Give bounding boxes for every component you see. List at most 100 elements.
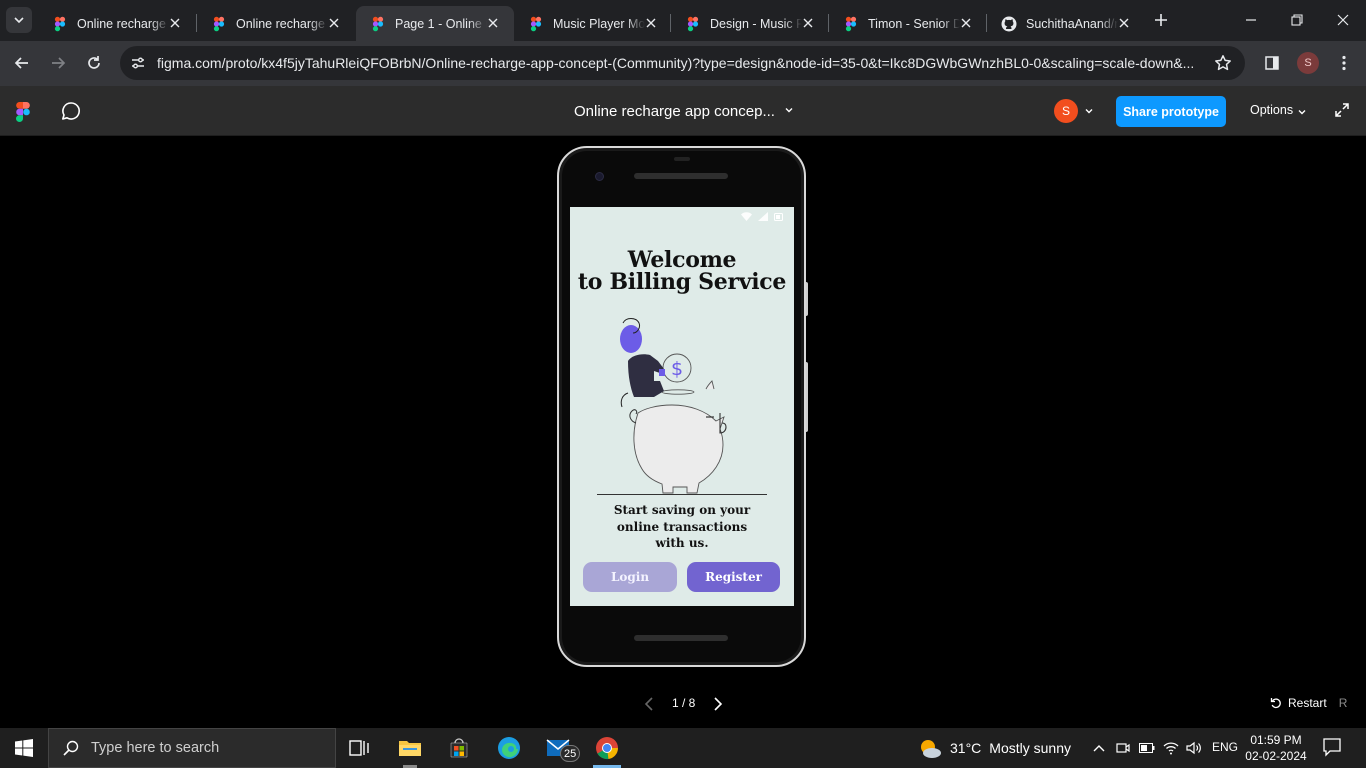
reload-icon — [88, 56, 100, 69]
wifi-icon[interactable] — [1160, 728, 1182, 768]
browser-toolbar: figma.com/proto/kx4f5jyTahuRleiQFOBrbN/O… — [0, 41, 1366, 86]
minimize-button[interactable] — [1228, 0, 1274, 40]
chevron-down-icon[interactable] — [784, 105, 794, 115]
phone-camera — [595, 172, 604, 181]
phone-bottom-speaker — [634, 635, 728, 641]
tagline: Start saving on your online transactions… — [570, 502, 794, 552]
close-window-button[interactable] — [1320, 0, 1366, 40]
browser-tab-active[interactable]: Page 1 - Online recharge — [356, 6, 514, 41]
ground-line — [597, 494, 767, 495]
notification-icon[interactable] — [1322, 737, 1342, 757]
chrome-button[interactable] — [583, 728, 631, 768]
bookmark-star-icon[interactable] — [1213, 53, 1233, 73]
tab-title: Music Player Mockup — [553, 16, 645, 31]
taskbar-search[interactable]: Type here to search — [48, 728, 336, 768]
store-icon — [450, 738, 468, 758]
register-button[interactable]: Register — [687, 562, 780, 592]
page-navigator: 1 / 8 — [640, 695, 730, 713]
battery-icon — [774, 212, 783, 221]
close-icon[interactable] — [166, 14, 184, 32]
side-panel-icon[interactable] — [1261, 52, 1283, 74]
browser-tab[interactable]: Design - Music Player — [671, 6, 829, 41]
github-icon — [1001, 16, 1017, 31]
task-view-button[interactable] — [336, 728, 384, 768]
welcome-line-1: Welcome — [627, 247, 737, 273]
microsoft-store-button[interactable] — [435, 728, 483, 768]
search-icon — [63, 740, 79, 756]
site-info-icon[interactable] — [128, 53, 148, 73]
chevron-right-icon[interactable] — [711, 696, 725, 712]
tab-search-button[interactable] — [6, 7, 32, 33]
browser-tab[interactable]: Online recharge app concept — [38, 6, 196, 41]
options-menu[interactable]: Options — [1250, 103, 1293, 117]
profile-avatar[interactable]: S — [1297, 52, 1319, 74]
figma-icon — [530, 16, 542, 31]
chrome-icon — [596, 737, 618, 760]
chevron-up-icon — [1093, 745, 1105, 752]
chevron-down-icon[interactable] — [1297, 107, 1307, 117]
browser-tab[interactable]: Timon - Senior Designer — [829, 6, 987, 41]
expand-icon[interactable] — [1334, 102, 1350, 118]
close-icon[interactable] — [957, 14, 975, 32]
chevron-down-icon[interactable] — [1084, 106, 1094, 116]
forward-button[interactable] — [44, 49, 72, 77]
windows-logo-icon — [15, 739, 33, 757]
tab-title: SuchithaAnand/repo — [1026, 16, 1118, 31]
system-clock[interactable]: 01:59 PM 02-02-2024 — [1245, 732, 1307, 764]
figma-icon — [213, 16, 225, 31]
task-view-icon — [349, 740, 369, 756]
close-icon[interactable] — [799, 14, 817, 32]
show-hidden-icons-button[interactable] — [1088, 728, 1110, 768]
figma-logo-icon[interactable] — [16, 102, 30, 122]
browser-tab[interactable]: Music Player Mockup — [514, 6, 672, 41]
reload-button[interactable] — [80, 49, 108, 77]
meet-now-icon[interactable] — [1112, 728, 1134, 768]
browser-tab[interactable]: SuchithaAnand/repo — [987, 6, 1145, 41]
close-icon[interactable] — [642, 14, 660, 32]
close-icon[interactable] — [325, 14, 343, 32]
windows-taskbar: Type here to search 25 31°C Mostly sunny… — [0, 728, 1366, 768]
file-title[interactable]: Online recharge app concep... — [574, 103, 775, 120]
tagline-line-2: online transactions — [616, 519, 748, 534]
comment-icon[interactable] — [60, 100, 82, 122]
new-tab-button[interactable] — [1150, 9, 1172, 31]
file-explorer-button[interactable] — [386, 728, 434, 768]
taskbar-search-placeholder: Type here to search — [91, 740, 220, 756]
figma-icon — [687, 16, 699, 31]
volume-icon[interactable] — [1183, 728, 1205, 768]
restart-shortcut: R — [1338, 696, 1348, 710]
phone-sensor — [674, 157, 690, 161]
language-indicator[interactable]: ENG — [1212, 740, 1238, 754]
signal-icon — [758, 212, 768, 221]
kebab-menu-icon[interactable] — [1333, 52, 1355, 74]
weather-widget[interactable]: 31°C Mostly sunny — [918, 728, 1071, 768]
page-counter: 1 / 8 — [672, 696, 696, 710]
restore-button[interactable] — [1274, 0, 1320, 40]
user-avatar[interactable]: S — [1054, 99, 1078, 123]
tab-title: Online recharge app concept — [77, 16, 169, 31]
close-icon — [1337, 14, 1349, 26]
app-screen[interactable]: Welcome to Billing Service $ Start savin… — [570, 207, 794, 606]
url-text: figma.com/proto/kx4f5jyTahuRleiQFOBrbN/O… — [157, 55, 1207, 71]
arrow-left-icon — [14, 57, 28, 69]
edge-browser-button[interactable] — [485, 728, 533, 768]
restore-icon — [1291, 14, 1303, 26]
tagline-line-3: with us. — [655, 536, 709, 550]
folder-icon — [399, 741, 421, 756]
clock-time: 01:59 PM — [1250, 733, 1302, 747]
share-prototype-button[interactable]: Share prototype — [1116, 96, 1226, 127]
login-button[interactable]: Login — [583, 562, 677, 592]
tab-title: Design - Music Player — [710, 16, 802, 31]
weather-desc: Mostly sunny — [989, 740, 1071, 756]
chevron-left-icon[interactable] — [642, 696, 656, 712]
sun-cloud-icon — [921, 740, 941, 758]
url-path: /proto/kx4f5jyTahuRleiQFOBrbN/Online-rec… — [221, 55, 1195, 71]
close-icon[interactable] — [1115, 14, 1133, 32]
address-bar[interactable]: figma.com/proto/kx4f5jyTahuRleiQFOBrbN/O… — [120, 46, 1245, 80]
restart-button[interactable]: Restart R — [1270, 696, 1347, 710]
start-button[interactable] — [0, 728, 48, 768]
close-icon[interactable] — [484, 14, 502, 32]
battery-icon[interactable] — [1136, 728, 1158, 768]
back-button[interactable] — [8, 49, 36, 77]
browser-tab[interactable]: Online recharge app concept — [197, 6, 355, 41]
